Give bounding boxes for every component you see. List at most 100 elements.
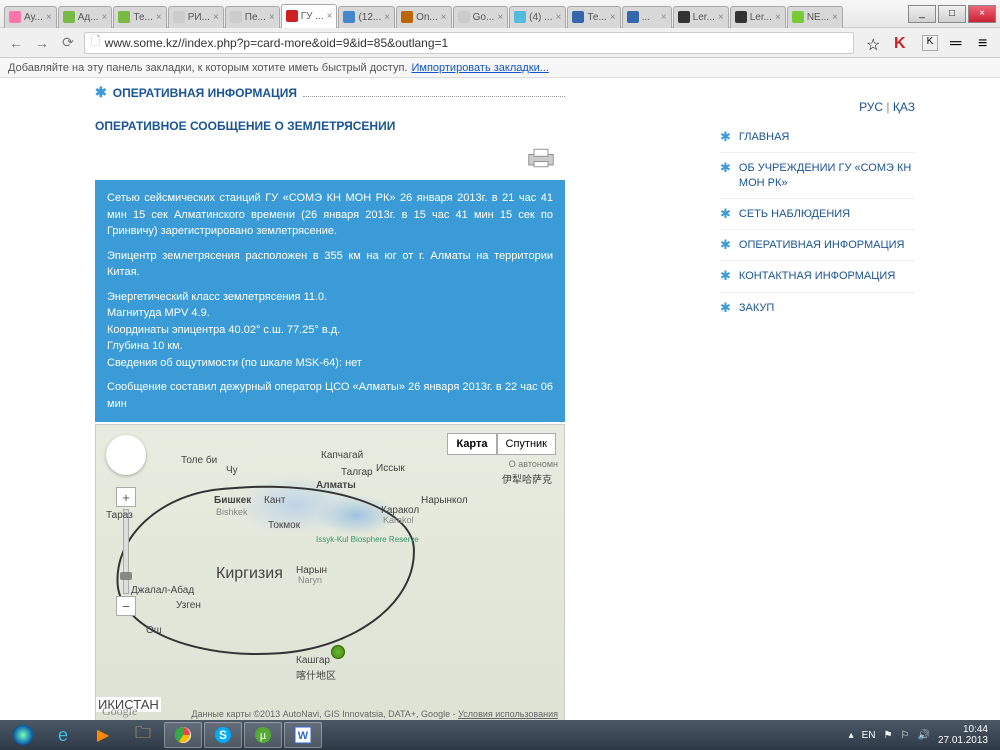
import-bookmarks-link[interactable]: Импортировать закладки... bbox=[411, 62, 548, 74]
browser-tab[interactable]: Go...× bbox=[453, 6, 509, 28]
taskbar-explorer[interactable]: 🗀 bbox=[124, 722, 162, 748]
browser-tab[interactable]: ...× bbox=[622, 6, 672, 28]
browser-tab[interactable]: On...× bbox=[396, 6, 452, 28]
asterisk-icon: ✱ bbox=[720, 301, 731, 314]
map-tab-map[interactable]: Карта bbox=[447, 433, 496, 455]
tray-up-icon[interactable]: ▴ bbox=[849, 730, 854, 741]
asterisk-icon: ✱ bbox=[95, 84, 107, 101]
sidebar-item[interactable]: ✱ЗАКУП bbox=[720, 292, 915, 323]
nav-back-button[interactable]: ← bbox=[6, 33, 26, 53]
sidebar-item[interactable]: ✱ГЛАВНАЯ bbox=[720, 122, 915, 152]
tab-close-icon[interactable]: × bbox=[497, 12, 503, 23]
tab-close-icon[interactable]: × bbox=[327, 11, 333, 22]
epicenter-marker[interactable] bbox=[331, 645, 345, 659]
tray-clock[interactable]: 10:44 27.01.2013 bbox=[938, 724, 988, 746]
tab-close-icon[interactable]: × bbox=[156, 12, 162, 23]
sidebar-item[interactable]: ✱СЕТЬ НАБЛЮДЕНИЯ bbox=[720, 198, 915, 229]
map-widget[interactable]: + − Карта Спутник О автономн 伊犁哈萨克 Тараз… bbox=[95, 424, 565, 722]
browser-tab[interactable]: Ler...× bbox=[730, 6, 786, 28]
tab-close-icon[interactable]: × bbox=[718, 12, 724, 23]
tab-close-icon[interactable]: × bbox=[661, 12, 667, 23]
breadcrumb-dots bbox=[303, 89, 565, 97]
sidebar-item-label: ОПЕРАТИВНАЯ ИНФОРМАЦИЯ bbox=[739, 238, 905, 252]
tab-close-icon[interactable]: × bbox=[610, 12, 616, 23]
sidebar-item[interactable]: ✱ОБ УЧРЕЖДЕНИИ ГУ «СОМЭ КН МОН РК» bbox=[720, 152, 915, 198]
tray-flag-icon[interactable]: ⚐ bbox=[901, 730, 910, 741]
tray-sound-icon[interactable]: 🔊 bbox=[917, 730, 929, 741]
asterisk-icon: ✱ bbox=[720, 269, 731, 282]
taskbar-word[interactable]: W bbox=[284, 722, 322, 748]
tab-close-icon[interactable]: × bbox=[775, 12, 781, 23]
taskbar-chrome[interactable] bbox=[164, 722, 202, 748]
tab-close-icon[interactable]: × bbox=[384, 12, 390, 23]
browser-tab[interactable]: Пе...× bbox=[225, 6, 280, 28]
google-logo: Google bbox=[102, 704, 137, 719]
browser-tab[interactable]: Ler...× bbox=[673, 6, 729, 28]
sidebar-item[interactable]: ✱ ОПЕРАТИВНАЯ ИНФОРМАЦИЯ bbox=[720, 229, 915, 260]
taskbar-media[interactable]: ▶ bbox=[84, 722, 122, 748]
taskbar-ie[interactable]: e bbox=[44, 722, 82, 748]
map-zoom-in-button[interactable]: + bbox=[116, 487, 136, 507]
map-pan-control[interactable] bbox=[106, 435, 146, 475]
tray-lang[interactable]: EN bbox=[862, 730, 876, 741]
svg-text:µ: µ bbox=[260, 730, 267, 742]
asterisk-icon: ✱ bbox=[720, 238, 731, 251]
taskbar-skype[interactable]: S bbox=[204, 722, 242, 748]
map-country-kyrgyzstan: Киргизия bbox=[216, 565, 283, 583]
map-credits: Данные карты ©2013 AutoNavi, GIS Innovat… bbox=[191, 709, 558, 719]
menu-icon[interactable]: ≡ bbox=[978, 35, 994, 51]
tab-close-icon[interactable]: × bbox=[441, 12, 447, 23]
start-button[interactable] bbox=[4, 722, 42, 748]
lang-kaz-link[interactable]: ҚАЗ bbox=[893, 100, 915, 114]
browser-tab[interactable]: РИ...× bbox=[168, 6, 224, 28]
tab-close-icon[interactable]: × bbox=[556, 12, 562, 23]
browser-tab[interactable]: ГУ ...× bbox=[281, 4, 338, 28]
map-zoom-slider[interactable] bbox=[123, 509, 129, 594]
breadcrumb: ✱ ОПЕРАТИВНАЯ ИНФОРМАЦИЯ bbox=[95, 80, 565, 105]
tab-close-icon[interactable]: × bbox=[213, 12, 219, 23]
lang-rus-link[interactable]: РУС bbox=[859, 100, 883, 114]
language-switcher: РУС | ҚАЗ bbox=[720, 100, 915, 114]
browser-tab[interactable]: (12...× bbox=[338, 6, 395, 28]
window-minimize-button[interactable]: _ bbox=[908, 5, 936, 23]
nav-forward-button[interactable]: → bbox=[32, 33, 52, 53]
wrench-icon[interactable]: ═ bbox=[950, 35, 966, 51]
browser-tab[interactable]: Те...× bbox=[113, 6, 166, 28]
tray-message-icon[interactable]: ⚑ bbox=[884, 730, 893, 741]
url-input[interactable]: 🗋 www.some.kz//index.php?p=card-more&oid… bbox=[84, 32, 854, 54]
report-p1: Сетью сейсмических станций ГУ «СОМЭ КН М… bbox=[107, 190, 553, 240]
svg-text:S: S bbox=[219, 728, 227, 742]
map-zoom-out-button[interactable]: − bbox=[116, 596, 136, 616]
bookmark-star-icon[interactable]: ☆ bbox=[866, 35, 882, 51]
kaspersky-icon[interactable]: K bbox=[894, 35, 910, 51]
browser-tabs: Ау...×Ад...×Те...×РИ...×Пе...×ГУ ...×(12… bbox=[4, 0, 906, 28]
nav-reload-button[interactable]: ⟳ bbox=[58, 33, 78, 53]
sidebar-item[interactable]: ✱КОНТАКТНАЯ ИНФОРМАЦИЯ bbox=[720, 260, 915, 291]
tab-close-icon[interactable]: × bbox=[832, 12, 838, 23]
window-maximize-button[interactable]: □ bbox=[938, 5, 966, 23]
map-city-issik: Иссык bbox=[376, 463, 405, 474]
map-tab-satellite[interactable]: Спутник bbox=[497, 433, 556, 455]
map-terms-link[interactable]: Условия использования bbox=[458, 709, 558, 719]
sidebar-menu: ✱ГЛАВНАЯ✱ОБ УЧРЕЖДЕНИИ ГУ «СОМЭ КН МОН Р… bbox=[720, 122, 915, 323]
extension-icon[interactable]: K bbox=[922, 35, 938, 51]
browser-tab[interactable]: Ау...× bbox=[4, 6, 57, 28]
browser-tab[interactable]: (4) ...× bbox=[509, 6, 566, 28]
browser-tab[interactable]: NE...× bbox=[787, 6, 843, 28]
tab-close-icon[interactable]: × bbox=[46, 12, 52, 23]
map-city-karakol-en: Karakol bbox=[383, 515, 414, 525]
svg-text:W: W bbox=[298, 730, 309, 742]
taskbar-utorrent[interactable]: µ bbox=[244, 722, 282, 748]
browser-tab[interactable]: Ад...× bbox=[58, 6, 113, 28]
print-button[interactable] bbox=[105, 147, 555, 174]
window-close-button[interactable]: × bbox=[968, 5, 996, 23]
windows-taskbar: e ▶ 🗀 S µ W ▴ EN ⚑ ⚐ 🔊 10:44 27.01.2013 bbox=[0, 720, 1000, 750]
map-city-naryn-en: Naryn bbox=[298, 575, 322, 585]
asterisk-icon: ✱ bbox=[720, 130, 731, 143]
map-city-bishkek: Бишкек bbox=[214, 495, 251, 506]
tab-close-icon[interactable]: × bbox=[102, 12, 108, 23]
system-tray: ▴ EN ⚑ ⚐ 🔊 10:44 27.01.2013 bbox=[849, 724, 996, 746]
browser-tab[interactable]: Те...× bbox=[567, 6, 620, 28]
page-title: ОПЕРАТИВНОЕ СООБЩЕНИЕ О ЗЕМЛЕТРЯСЕНИИ bbox=[95, 119, 565, 133]
tab-close-icon[interactable]: × bbox=[269, 12, 275, 23]
